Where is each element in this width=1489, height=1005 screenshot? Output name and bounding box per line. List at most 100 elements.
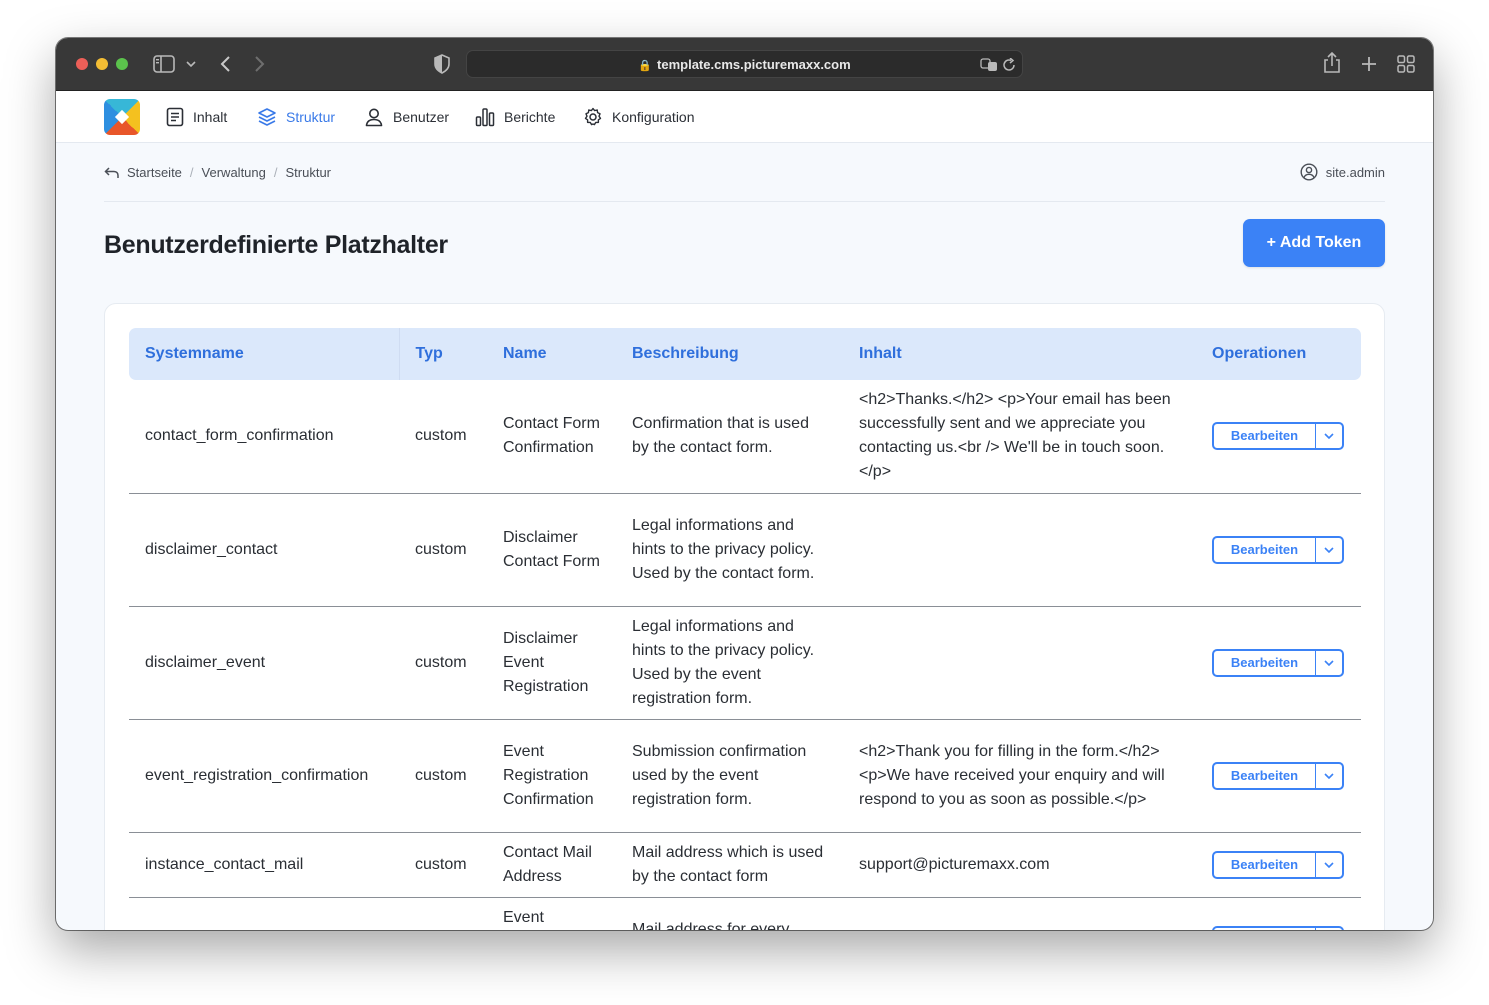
table-row: event_registration_confirmation custom E… <box>129 719 1361 833</box>
cell-operationen: Bearbeiten <box>1196 832 1361 898</box>
operation-button-group: Bearbeiten <box>1212 761 1344 790</box>
column-header-beschreibung[interactable]: Beschreibung <box>616 328 843 380</box>
cell-operationen: Bearbeiten <box>1196 719 1361 833</box>
cell-name: Disclaimer Event Registration <box>487 606 616 720</box>
cell-typ: custom <box>399 493 487 607</box>
operation-dropdown-toggle[interactable] <box>1316 424 1342 448</box>
nav-item-struktur[interactable]: Struktur <box>257 106 335 128</box>
column-header-typ[interactable]: Typ <box>399 328 487 380</box>
user-icon <box>365 108 383 127</box>
cell-beschreibung: Submission confirmation used by the even… <box>616 719 843 833</box>
cell-beschreibung: Legal informations and hints to the priv… <box>616 606 843 720</box>
table-row: disclaimer_contact custom Disclaimer Con… <box>129 493 1361 607</box>
cell-inhalt: <h2>Thank you for filling in the form.</… <box>843 719 1196 833</box>
nav-item-label: Struktur <box>286 109 336 125</box>
privacy-shield-icon[interactable] <box>434 54 450 74</box>
back-icon[interactable] <box>219 55 231 73</box>
cell-systemname: instance_contact_mail <box>129 832 399 898</box>
tokens-table-wrapper: Systemname Typ Name Beschreibung Inhalt … <box>129 328 1361 930</box>
nav-item-inhalt[interactable]: Inhalt <box>166 106 227 128</box>
breadcrumb-separator: / <box>273 165 278 180</box>
layers-icon <box>258 108 276 126</box>
cell-operationen <box>1196 897 1361 930</box>
cell-name: Event Registration Confirmation <box>487 719 616 833</box>
operation-button-group: Bearbeiten <box>1212 648 1344 677</box>
back-arrow-icon[interactable] <box>104 166 120 180</box>
document-icon <box>166 107 184 127</box>
cell-beschreibung: Mail address which is used by the contac… <box>616 832 843 898</box>
chevron-down-icon <box>1324 433 1334 440</box>
edit-button[interactable]: Bearbeiten <box>1214 537 1316 562</box>
edit-button[interactable] <box>1214 927 1316 930</box>
column-header-inhalt[interactable]: Inhalt <box>843 328 1196 380</box>
sidebar-toggle-icon[interactable] <box>153 55 175 73</box>
cell-beschreibung: Confirmation that is used by the contact… <box>616 380 843 494</box>
cell-typ: custom <box>399 606 487 720</box>
cell-inhalt: support@picturemaxx.com <box>843 832 1196 898</box>
nav-item-label: Berichte <box>504 109 556 125</box>
table-row: contact_form_confirmation custom Contact… <box>129 380 1361 494</box>
app-logo[interactable] <box>104 99 140 135</box>
operation-button-group: Bearbeiten <box>1212 422 1344 451</box>
chevron-down-icon <box>1324 546 1334 553</box>
operation-dropdown-toggle[interactable] <box>1316 853 1342 877</box>
new-tab-icon[interactable] <box>1361 56 1377 72</box>
column-header-name[interactable]: Name <box>487 328 616 380</box>
column-header-systemname[interactable]: Systemname <box>129 328 400 380</box>
chevron-down-icon <box>1324 861 1334 868</box>
operation-button-group: Bearbeiten <box>1212 850 1344 879</box>
breadcrumb-separator: / <box>189 165 194 180</box>
cell-beschreibung: Legal informations and hints to the priv… <box>616 493 843 607</box>
chevron-down-icon[interactable] <box>186 61 196 68</box>
operation-button-group: Bearbeiten <box>1212 535 1344 564</box>
minimize-window-button[interactable] <box>96 58 108 70</box>
table-row: disclaimer_event custom Disclaimer Event… <box>129 606 1361 720</box>
page-title: Benutzerdefinierte Platzhalter <box>104 231 448 259</box>
add-token-button[interactable]: + Add Token <box>1243 219 1385 267</box>
zoom-window-button[interactable] <box>116 58 128 70</box>
cell-name: Contact Mail Address <box>487 832 616 898</box>
cell-beschreibung: Mail address for every <box>616 897 843 930</box>
operation-dropdown-toggle[interactable] <box>1316 764 1342 788</box>
address-text: 🔒 template.cms.picturemaxx.com <box>638 57 851 72</box>
nav-item-konfiguration[interactable]: Konfiguration <box>583 106 695 128</box>
edit-button[interactable]: Bearbeiten <box>1214 852 1316 877</box>
cell-inhalt <box>843 897 1196 930</box>
edit-button[interactable]: Bearbeiten <box>1214 424 1316 449</box>
breadcrumb-startseite[interactable]: Startseite <box>127 165 182 180</box>
user-circle-icon <box>1300 163 1318 181</box>
edit-button[interactable]: Bearbeiten <box>1214 650 1316 675</box>
bar-chart-icon <box>475 108 495 127</box>
nav-item-label: Konfiguration <box>612 109 695 125</box>
lock-icon: 🔒 <box>638 60 653 72</box>
header-divider <box>104 201 1385 202</box>
address-bar[interactable]: 🔒 template.cms.picturemaxx.com <box>466 50 1023 78</box>
chevron-down-icon <box>1324 659 1334 666</box>
forward-icon[interactable] <box>254 55 266 73</box>
cell-inhalt <box>843 493 1196 607</box>
user-menu[interactable]: site.admin <box>1300 163 1385 181</box>
operation-dropdown-toggle[interactable] <box>1316 928 1342 931</box>
cell-typ: custom <box>399 719 487 833</box>
operation-dropdown-toggle[interactable] <box>1316 651 1342 675</box>
close-window-button[interactable] <box>76 58 88 70</box>
cell-name: Event <box>487 897 616 930</box>
operation-button-group <box>1212 925 1344 931</box>
table-row: Event Mail address for every <box>129 897 1361 930</box>
cell-typ: custom <box>399 832 487 898</box>
breadcrumb-verwaltung[interactable]: Verwaltung <box>202 165 266 180</box>
edit-button[interactable]: Bearbeiten <box>1214 763 1316 788</box>
share-icon[interactable] <box>1323 52 1341 74</box>
reload-icon[interactable] <box>1003 58 1016 72</box>
browser-window: 🔒 template.cms.picturemaxx.com Inhalt St… <box>56 38 1433 930</box>
cell-operationen: Bearbeiten <box>1196 493 1361 607</box>
operation-dropdown-toggle[interactable] <box>1316 538 1342 562</box>
nav-item-label: Inhalt <box>193 109 228 125</box>
cell-systemname: disclaimer_contact <box>129 493 399 607</box>
nav-item-berichte[interactable]: Berichte <box>475 106 555 128</box>
translate-icon[interactable] <box>980 58 998 72</box>
table-row: instance_contact_mail custom Contact Mai… <box>129 832 1361 898</box>
cell-systemname: event_registration_confirmation <box>129 719 399 833</box>
tab-overview-icon[interactable] <box>1397 55 1415 73</box>
nav-item-benutzer[interactable]: Benutzer <box>364 106 449 128</box>
